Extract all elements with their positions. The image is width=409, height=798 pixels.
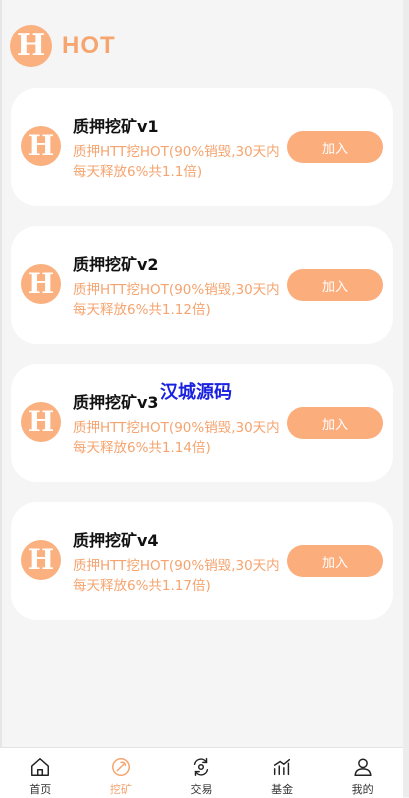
pool-description: 质押HTT挖HOT(90%销毁,30天内每天释放6%共1.1倍) — [73, 144, 280, 180]
page-header: H HOT — [10, 24, 116, 68]
join-button[interactable]: 加入 — [287, 407, 383, 439]
pool-description: 质押HTT挖HOT(90%销毁,30天内每天释放6%共1.14倍) — [73, 420, 280, 456]
pool-title: 质押挖矿v1 — [73, 117, 159, 136]
pool-card-v4: H 质押挖矿v4 质押HTT挖HOT(90%销毁,30天内每天释放6%共1.17… — [11, 502, 393, 620]
home-icon — [31, 758, 50, 776]
pool-logo-letter: H — [27, 129, 55, 162]
mining-icon — [111, 758, 130, 776]
tab-mining[interactable]: 挖矿 — [81, 748, 162, 798]
join-button[interactable]: 加入 — [287, 545, 383, 577]
logo-letter: H — [16, 28, 46, 63]
scrollbar-track[interactable] — [403, 0, 409, 797]
tab-exchange[interactable]: 交易 — [161, 748, 242, 798]
tab-home[interactable]: 首页 — [0, 748, 81, 798]
pool-title: 质押挖矿v3 — [73, 393, 159, 412]
pool-logo-icon: H — [21, 126, 61, 166]
tab-label: 首页 — [29, 783, 52, 796]
pool-logo-icon: H — [21, 402, 61, 442]
pool-title: 质押挖矿v2 — [73, 255, 159, 274]
tab-label: 挖矿 — [109, 783, 132, 796]
pool-logo-letter: H — [27, 267, 55, 300]
join-button[interactable]: 加入 — [287, 131, 383, 163]
hot-logo-icon: H — [10, 25, 52, 67]
frame-left-border — [0, 0, 2, 797]
join-button[interactable]: 加入 — [287, 269, 383, 301]
pool-logo-letter: H — [27, 405, 55, 438]
tab-label: 基金 — [271, 783, 294, 796]
watermark-text: 汉城源码 — [160, 382, 232, 403]
user-icon — [354, 758, 372, 776]
pool-description: 质押HTT挖HOT(90%销毁,30天内每天释放6%共1.17倍) — [73, 558, 280, 594]
bottom-tab-bar: 首页 挖矿 交易 基金 我的 — [0, 747, 403, 798]
fund-chart-icon — [274, 758, 291, 776]
pool-title: 质押挖矿v4 — [73, 531, 159, 550]
tab-label: 交易 — [190, 783, 213, 796]
tab-fund[interactable]: 基金 — [242, 748, 323, 798]
pool-logo-letter: H — [27, 543, 55, 576]
pool-card-v1: H 质押挖矿v1 质押HTT挖HOT(90%销毁,30天内每天释放6%共1.1倍… — [11, 88, 393, 206]
pool-logo-icon: H — [21, 264, 61, 304]
mining-pool-list: H 质押挖矿v1 质押HTT挖HOT(90%销毁,30天内每天释放6%共1.1倍… — [11, 88, 393, 640]
brand-title: HOT — [62, 32, 116, 59]
exchange-icon — [194, 758, 209, 776]
pool-card-v2: H 质押挖矿v2 质押HTT挖HOT(90%销毁,30天内每天释放6%共1.12… — [11, 226, 393, 344]
tab-label: 我的 — [351, 783, 374, 796]
pool-logo-icon: H — [21, 540, 61, 580]
tab-profile[interactable]: 我的 — [322, 748, 403, 798]
pool-description: 质押HTT挖HOT(90%销毁,30天内每天释放6%共1.12倍) — [73, 282, 280, 318]
